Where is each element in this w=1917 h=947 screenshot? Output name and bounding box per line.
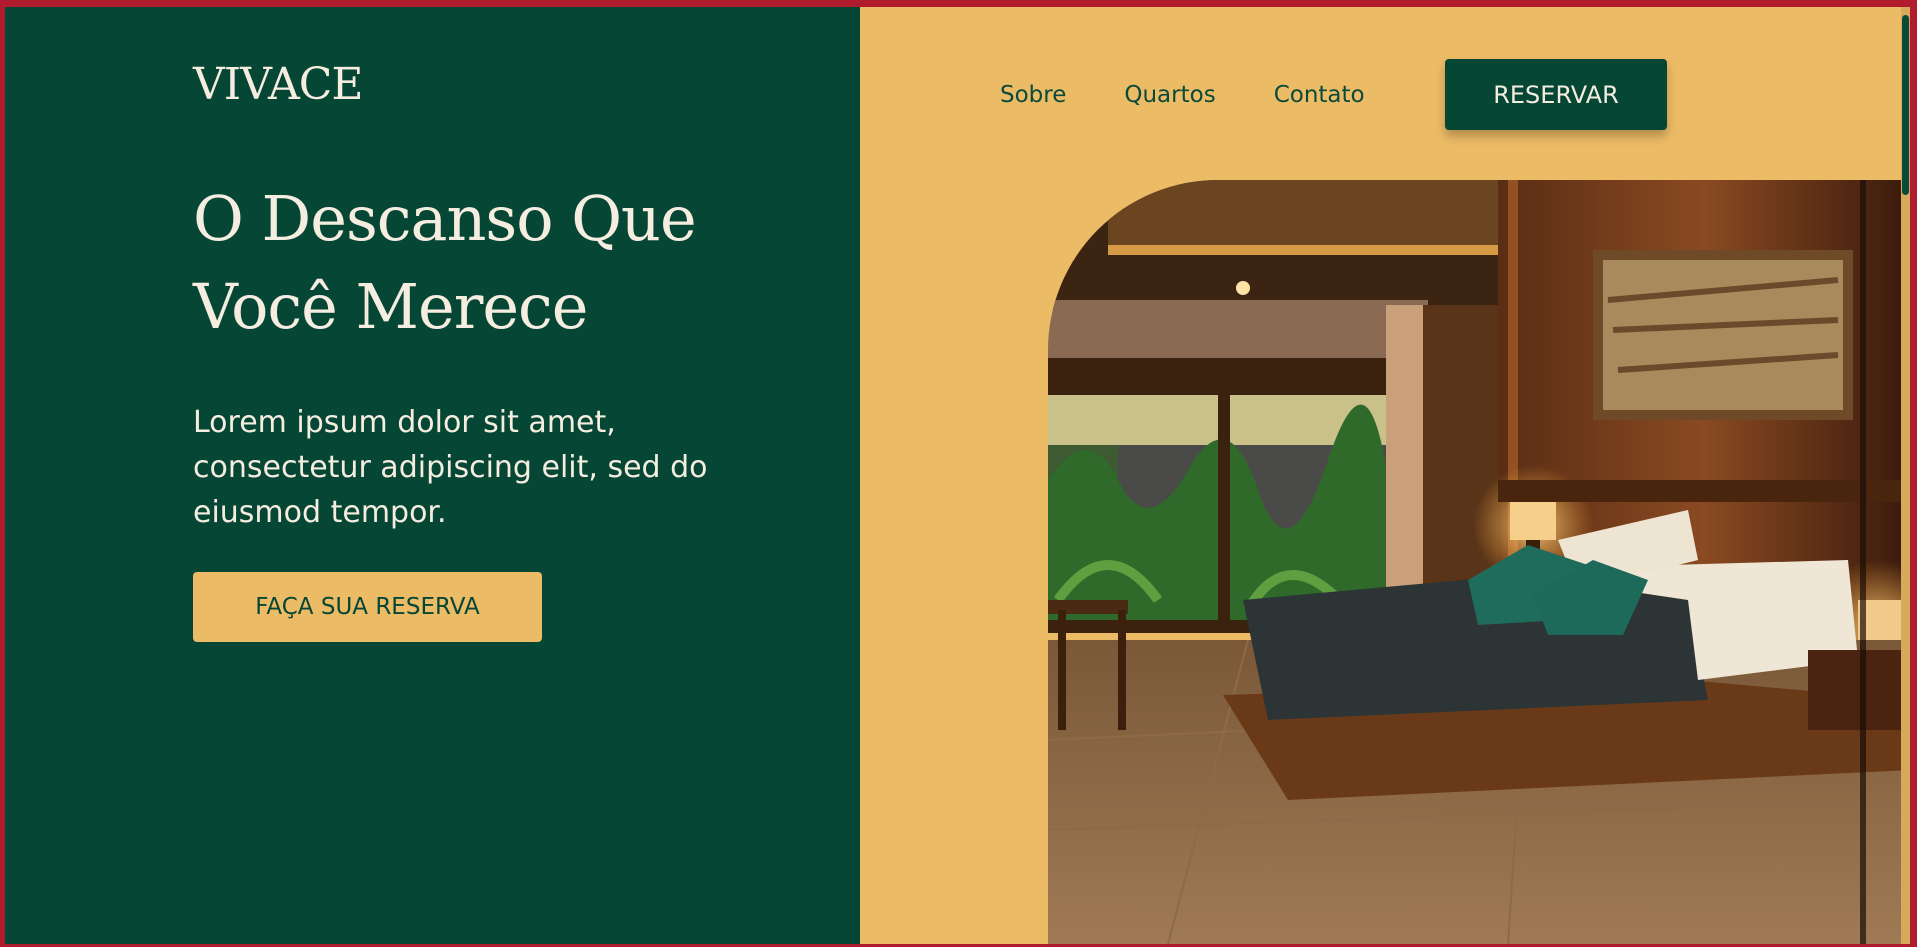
brand-logo[interactable]: VIVACE [193, 59, 364, 110]
main-nav: Sobre Quartos Contato [1000, 82, 1365, 108]
hero-left-panel: VIVACE O Descanso Que Você Merece Lorem … [5, 7, 860, 944]
hero-title-line-2: Você Merece [193, 270, 588, 343]
hero-description-line-2: consectetur adipiscing elit, sed do [193, 450, 708, 485]
scrollbar-thumb[interactable] [1902, 15, 1909, 195]
page-scrollbar[interactable] [1901, 7, 1910, 944]
hero-description-line-3: eiusmod tempor. [193, 495, 447, 530]
hero-description: Lorem ipsum dolor sit amet, consectetur … [193, 400, 753, 535]
hero-description-line-1: Lorem ipsum dolor sit amet, [193, 405, 616, 440]
hotel-bedroom-photo [1048, 180, 1910, 944]
nav-link-contato[interactable]: Contato [1274, 82, 1365, 108]
book-now-button[interactable]: FAÇA SUA RESERVA [193, 572, 542, 642]
hero-title: O Descanso Que Você Merece [193, 175, 753, 351]
page-frame: VIVACE O Descanso Que Você Merece Lorem … [5, 7, 1910, 944]
reserve-button[interactable]: RESERVAR [1445, 59, 1667, 130]
nav-link-quartos[interactable]: Quartos [1124, 82, 1215, 108]
nav-link-sobre[interactable]: Sobre [1000, 82, 1066, 108]
hero-title-line-1: O Descanso Que [193, 182, 697, 255]
